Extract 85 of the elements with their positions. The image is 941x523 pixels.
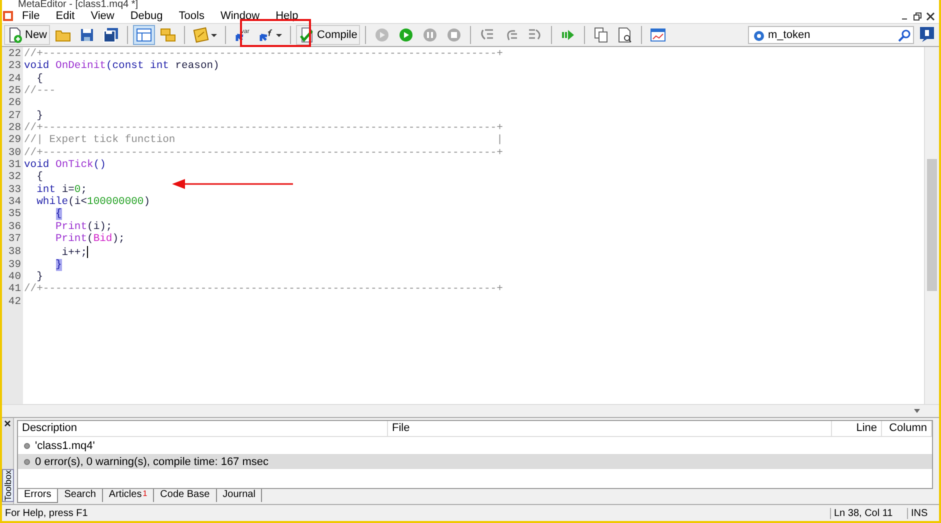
column-header[interactable]: Column (882, 421, 932, 436)
code-line: Print(Bid); (54, 233, 125, 246)
code-line: //--- (23, 85, 56, 98)
help-icon[interactable] (919, 26, 935, 42)
line-number: 28 (7, 122, 22, 134)
scroll-down-icon[interactable] (913, 407, 921, 415)
code-line: void OnTick() (23, 159, 106, 172)
new-file-icon[interactable] (7, 27, 23, 43)
toolbox-tab[interactable]: Journal (216, 489, 262, 502)
line-number: 31 (7, 159, 22, 172)
toolbox-tab[interactable]: Errors (17, 489, 58, 503)
dropdown-caret-icon[interactable] (211, 32, 218, 38)
line-number: 26 (7, 97, 22, 110)
gear-icon (751, 28, 765, 42)
code-line: //+------------------------------------------------------------------------+ (23, 48, 503, 60)
code-line: i++; (61, 246, 88, 259)
column-header[interactable]: Line (832, 421, 882, 436)
code-line: void OnDeinit(const int reason) (23, 60, 220, 73)
new-button[interactable]: New (4, 25, 50, 45)
find-in-file-icon[interactable] (617, 27, 634, 43)
column-header[interactable]: File (388, 421, 832, 436)
forward-arrow-icon[interactable] (560, 27, 576, 43)
line-number: 34 (7, 196, 22, 208)
message-row[interactable]: 'class1.mq4' (18, 438, 932, 453)
code-line: int i=0; (36, 184, 88, 196)
line-number: 32 (7, 171, 22, 184)
search-icon[interactable] (897, 28, 911, 42)
menu-item[interactable]: Edit (48, 10, 83, 22)
line-number: 38 (7, 246, 22, 259)
code-line: Print(i); (54, 220, 112, 233)
dropdown-caret-icon[interactable] (276, 32, 282, 38)
menu-item[interactable]: Debug (122, 10, 171, 22)
cursor-position: Ln 38, Col 11 (830, 508, 907, 518)
menu-item[interactable]: File (14, 10, 48, 22)
function-icon[interactable] (258, 27, 274, 43)
chart-window-icon[interactable] (650, 27, 666, 43)
code-line: //| Expert tick function | (23, 134, 503, 147)
line-number: 22 (7, 48, 22, 60)
vertical-scrollbar[interactable] (924, 47, 939, 404)
code-line: //+------------------------------------------------------------------------+ (23, 283, 503, 296)
line-number: 37 (7, 233, 22, 246)
line-number: 30 (7, 146, 22, 160)
menu-item[interactable]: Help (268, 10, 306, 22)
toolbox-label[interactable]: Toolbox (2, 468, 14, 502)
line-number: 41 (7, 283, 22, 296)
message-row[interactable]: 0 error(s), 0 warning(s), compile time: 167 msec (18, 454, 932, 469)
line-number: 29 (7, 134, 22, 147)
bullet-icon (24, 442, 30, 448)
line-number: 39 (7, 258, 22, 271)
column-header[interactable]: Description (18, 421, 388, 436)
copy-icon[interactable] (593, 27, 610, 43)
insert-mode: INS (907, 508, 939, 518)
code-line: { (36, 72, 43, 85)
line-number: 35 (7, 208, 22, 221)
code-line: } (36, 270, 43, 283)
line-number: 42 (7, 296, 22, 308)
code-line: //+------------------------------------------------------------------------+ (23, 122, 503, 134)
line-number: 33 (7, 184, 22, 196)
menu-item[interactable]: View (82, 10, 122, 22)
code-line: { (36, 171, 43, 184)
restore-icon[interactable] (913, 12, 922, 20)
code-line: } (36, 110, 43, 122)
line-number: 24 (7, 72, 22, 86)
code-line: //+------------------------------------------------------------------------+ (23, 146, 503, 159)
status-help-text: For Help, press F1 (4, 508, 89, 518)
window-title: MetaEditor - [class1.mq4 *] (17, 0, 138, 9)
search-field[interactable]: m_token (748, 26, 914, 44)
bullet-icon (24, 458, 30, 464)
text-cursor (87, 246, 88, 258)
close-icon[interactable] (926, 12, 935, 20)
line-number: 36 (7, 220, 22, 234)
code-line: while(i<100000000) (36, 196, 150, 208)
save-all-icon[interactable] (103, 27, 120, 43)
line-number: 25 (7, 85, 22, 98)
play-icon[interactable] (398, 27, 414, 43)
menu-item[interactable]: Tools (170, 10, 212, 22)
line-number: 40 (7, 270, 22, 284)
toolbox-tab[interactable]: Search (58, 489, 103, 502)
close-icon[interactable] (4, 420, 11, 427)
compile-button[interactable]: Compile (296, 25, 360, 45)
menu-item[interactable]: Window (212, 10, 268, 22)
line-number: 23 (7, 60, 22, 73)
save-icon[interactable] (79, 27, 96, 43)
line-number: 27 (7, 110, 22, 122)
toolbox-tab[interactable]: Code Base (154, 489, 217, 502)
